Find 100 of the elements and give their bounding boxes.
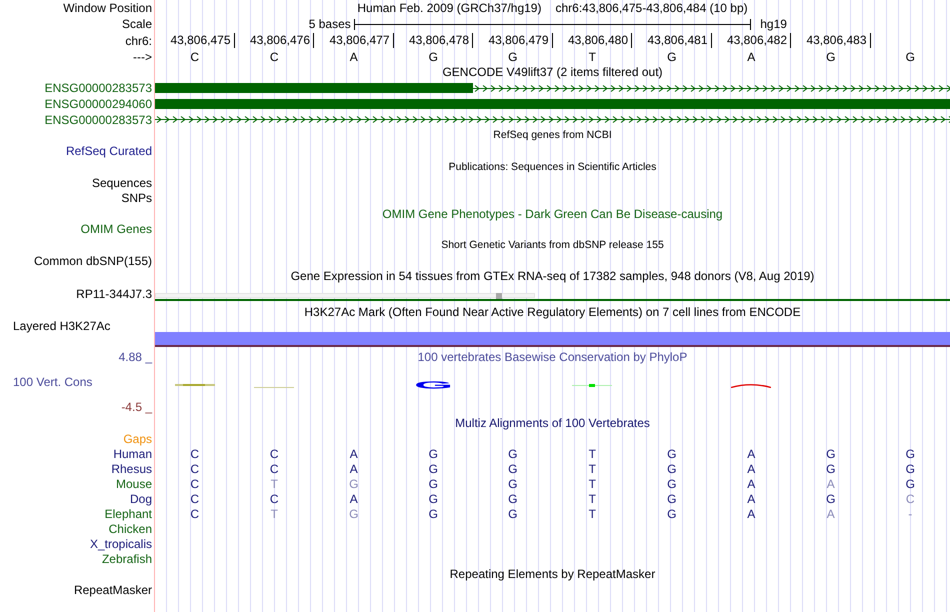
conservation-mark	[174, 383, 215, 387]
position-label: 43,806,475	[170, 33, 234, 48]
track-label: chr6:	[125, 34, 152, 48]
base-letter: T	[588, 50, 596, 64]
base-letter: G	[667, 462, 676, 476]
track-title: Short Genetic Variants from dbSNP release 155	[441, 238, 664, 252]
track-title: H3K27Ac Mark (Often Found Near Active Regulatory Elements) on 7 cell lines from ENCODE	[304, 305, 801, 319]
base-letter: C	[270, 446, 279, 460]
base-letter: G	[508, 446, 518, 460]
base-letter: A	[747, 446, 756, 460]
track-label: RefSeq Curated	[66, 144, 152, 158]
base-letter: G	[667, 476, 676, 490]
base-letter: C	[270, 50, 279, 64]
track-title: Publications: Sequences in Scientific Articles	[448, 160, 656, 174]
track-title: RefSeq genes from NCBI	[493, 128, 612, 142]
position-label: 43,806,477	[329, 33, 394, 48]
base-letter: G	[826, 50, 836, 64]
base-letter: C	[190, 446, 200, 460]
track-label: Common dbSNP(155)	[34, 254, 152, 268]
base-letter: A	[747, 506, 756, 520]
base-letter: T	[588, 446, 596, 460]
base-letter: G	[826, 446, 836, 460]
gene-label[interactable]: ENSG00000294060	[44, 97, 152, 111]
base-letter: G	[428, 446, 438, 460]
track-label: Scale	[122, 17, 152, 31]
track-label: Window Position	[63, 1, 152, 15]
base-letter: A	[350, 462, 358, 476]
base-letter: G	[508, 492, 518, 506]
conservation-mark	[731, 382, 772, 388]
base-letter: G	[826, 492, 836, 506]
track-label: 100 Vert. Cons	[12, 374, 92, 390]
track-label: SNPs	[121, 191, 152, 205]
species-label: X_tropicalis	[90, 536, 152, 550]
base-letter: A	[747, 476, 756, 490]
species-label: Human	[113, 446, 152, 460]
base-letter: C	[906, 492, 915, 506]
base-letter: T	[270, 476, 278, 490]
base-letter: A	[747, 50, 756, 64]
track-title: Repeating Elements by RepeatMasker	[450, 567, 656, 581]
scale-label: hg19	[759, 17, 788, 31]
position-label: 43,806,483	[806, 33, 870, 48]
base-letter: G	[906, 446, 915, 460]
axis-max-label: 4.88 _	[118, 349, 152, 365]
base-letter: C	[190, 506, 200, 520]
position-label: 43,806,480	[568, 33, 632, 48]
base-letter: G	[826, 462, 836, 476]
base-letter: G	[428, 50, 438, 64]
track-label: Layered H3K27Ac	[13, 319, 110, 333]
base-letter: G	[906, 476, 915, 490]
base-letter: G	[428, 506, 438, 520]
base-letter: G	[508, 506, 518, 520]
assembly-title: Human Feb. 2009 (GRCh37/hg19)	[357, 1, 542, 15]
base-letter: A	[826, 476, 835, 490]
track-title: Multiz Alignments of 100 Vertebrates	[455, 416, 650, 430]
species-label: Rhesus	[111, 462, 152, 476]
base-letter: C	[190, 476, 200, 490]
base-letter: A	[747, 462, 756, 476]
base-letter: G	[508, 476, 518, 490]
base-letter: C	[270, 492, 279, 506]
species-label: Elephant	[104, 506, 152, 520]
base-letter: G	[667, 506, 676, 520]
base-letter: T	[588, 462, 596, 476]
track-title: GENCODE V49lift37 (2 items filtered out)	[442, 65, 663, 79]
species-label: Zebrafish	[102, 552, 152, 566]
base-letter: C	[270, 462, 279, 476]
track-label: RP11-344J7.3	[76, 287, 152, 301]
base-letter: G	[667, 492, 676, 506]
base-letter: G	[428, 476, 438, 490]
base-letter: G	[349, 506, 358, 520]
position-label: 43,806,479	[488, 33, 552, 48]
base-letter: T	[588, 476, 596, 490]
base-letter: G	[508, 462, 518, 476]
base-letter: -	[908, 506, 912, 520]
conservation-mark	[254, 386, 294, 388]
position-label: 43,806,478	[408, 33, 473, 48]
gene-label[interactable]: ENSG00000283573	[44, 81, 152, 95]
base-letter: A	[826, 506, 835, 520]
base-letter: A	[350, 446, 358, 460]
conservation-mark	[572, 384, 612, 386]
base-letter: T	[270, 506, 278, 520]
track-title: 100 vertebrates Basewise Conservation by PhyloP	[418, 350, 688, 364]
base-letter: G	[508, 50, 518, 64]
base-letter: A	[350, 492, 358, 506]
position-label: 43,806,482	[726, 33, 791, 48]
scale-label: 5 bases	[308, 17, 352, 31]
track-label: Sequences	[92, 176, 152, 190]
axis-min-label: -4.5 _	[121, 399, 152, 415]
base-letter: C	[190, 50, 200, 64]
species-label: Dog	[130, 492, 152, 506]
base-letter: G	[428, 492, 438, 506]
base-letter: G	[906, 462, 915, 476]
logo-letter: G	[414, 380, 453, 390]
base-letter: G	[349, 476, 358, 490]
base-letter: A	[747, 492, 756, 506]
track-title: OMIM Gene Phenotypes - Dark Green Can Be Disease-causing	[382, 206, 723, 220]
base-letter: G	[667, 446, 676, 460]
gene-label[interactable]: ENSG00000283573	[44, 112, 152, 126]
position-title: chr6:43,806,475-43,806,484 (10 bp)	[555, 1, 748, 15]
position-label: 43,806,476	[250, 33, 314, 48]
base-letter: T	[588, 506, 596, 520]
